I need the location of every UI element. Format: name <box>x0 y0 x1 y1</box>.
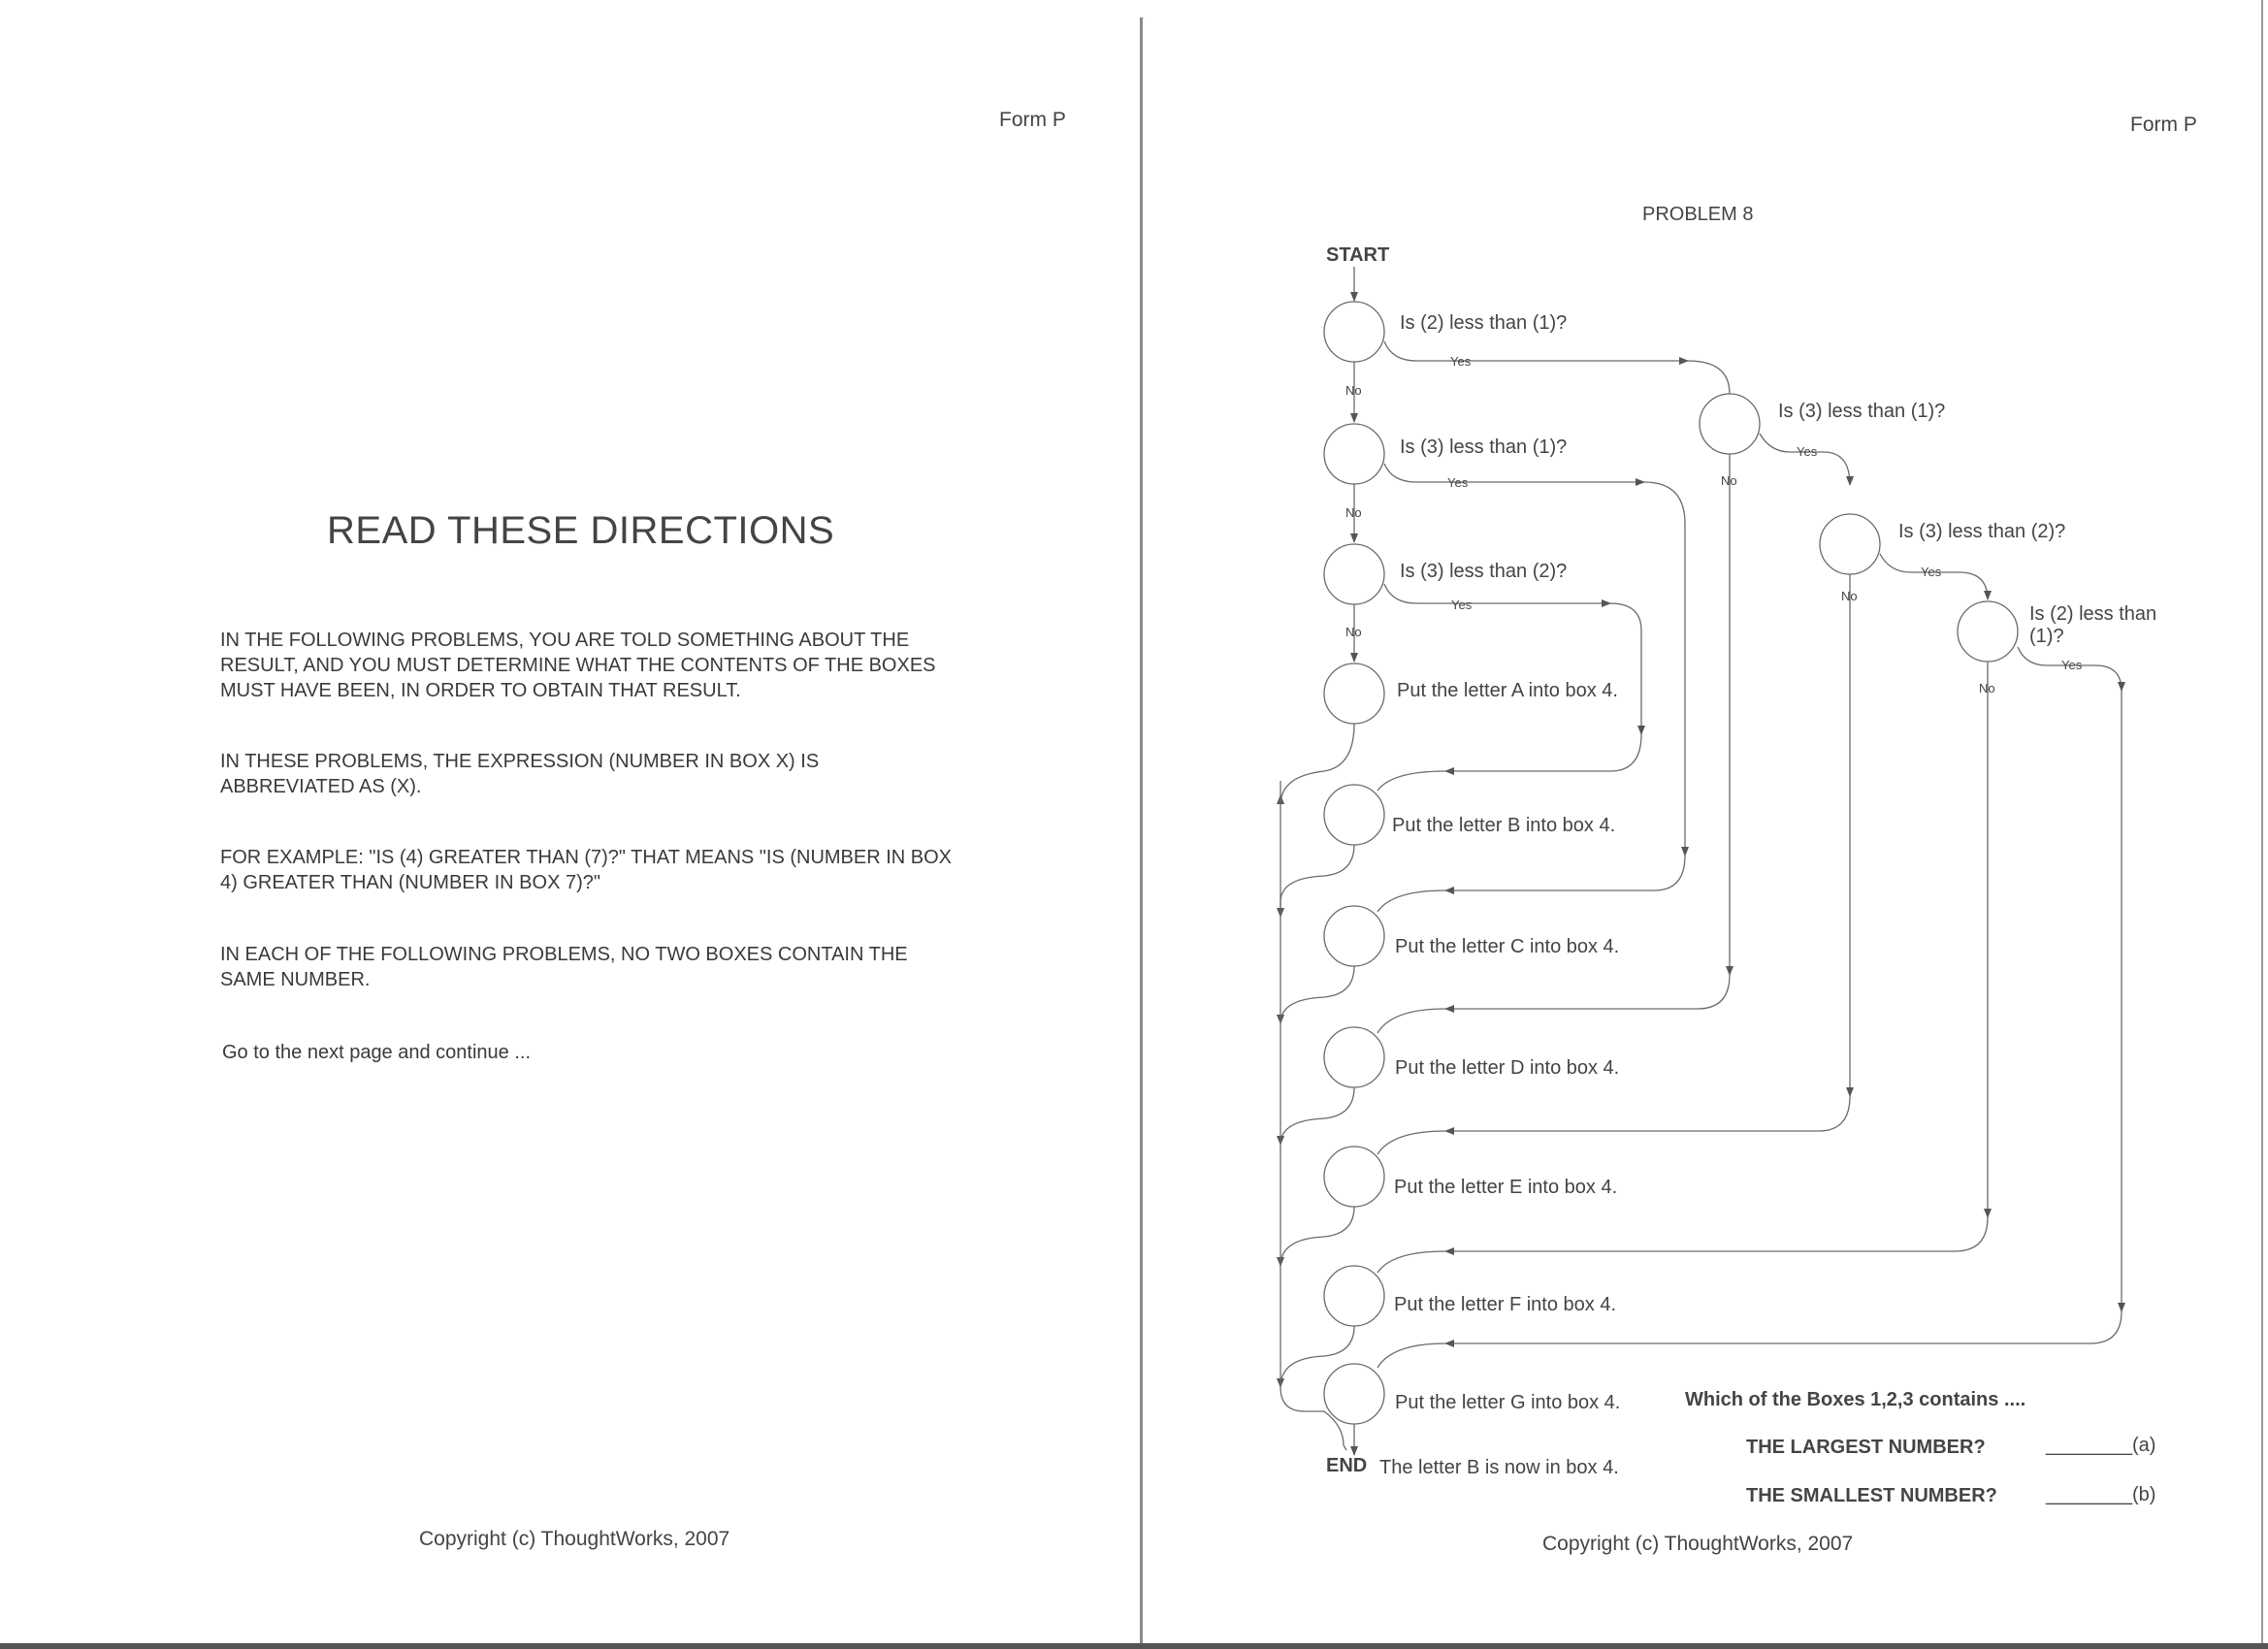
action-circle-g <box>1323 1363 1385 1425</box>
decision-text-6: Is (2) less than <box>2029 603 2157 625</box>
decision-text-4: Is (3) less than (1)? <box>1778 401 1946 422</box>
decision-text-3: Is (3) less than (2)? <box>1400 561 1568 582</box>
action-text-g: Put the letter G into box 4. <box>1395 1392 1621 1413</box>
action-circle-b <box>1323 784 1385 846</box>
yes-label-2: Yes <box>1447 475 1469 490</box>
end-label: END <box>1326 1455 1368 1476</box>
action-text-b: Put the letter B into box 4. <box>1392 815 1616 836</box>
question-largest: THE LARGEST NUMBER? <box>1746 1437 1986 1458</box>
copyright-right: Copyright (c) ThoughtWorks, 2007 <box>1542 1533 1854 1555</box>
decision-circle-5 <box>1819 513 1881 575</box>
page-title: READ THESE DIRECTIONS <box>327 509 835 552</box>
page-bottom-edge <box>0 1643 2268 1649</box>
yes-label-6: Yes <box>2061 658 2083 672</box>
book-spine <box>1140 17 1143 1647</box>
no-label-4: No <box>1721 473 1737 488</box>
no-label-1: No <box>1345 383 1362 398</box>
right-page: Form P PROBLEM 8 Yes Yes Yes Yes Yes Yes… <box>1145 0 2268 1649</box>
copyright: Copyright (c) ThoughtWorks, 2007 <box>419 1528 730 1550</box>
no-label-5: No <box>1841 589 1858 603</box>
directions-paragraph-4: IN EACH OF THE FOLLOWING PROBLEMS, NO TW… <box>220 944 908 990</box>
decision-text-6b: (1)? <box>2029 626 2064 647</box>
action-text-a: Put the letter A into box 4. <box>1397 680 1618 701</box>
yes-label-5: Yes <box>1921 565 1942 579</box>
action-circle-c <box>1323 905 1385 967</box>
action-text-d: Put the letter D into box 4. <box>1395 1057 1620 1079</box>
decision-circle-6 <box>1957 600 2019 663</box>
no-label-6: No <box>1979 681 1995 695</box>
yes-label-4: Yes <box>1797 444 1818 459</box>
form-label: Form P <box>999 109 1066 131</box>
question-smallest: THE SMALLEST NUMBER? <box>1746 1485 1997 1506</box>
decision-circle-3 <box>1323 543 1385 605</box>
decision-text-1: Is (2) less than (1)? <box>1400 312 1568 334</box>
directions-paragraph-1: IN THE FOLLOWING PROBLEMS, YOU ARE TOLD … <box>220 630 936 701</box>
action-circle-f <box>1323 1265 1385 1327</box>
action-circle-d <box>1323 1026 1385 1088</box>
decision-text-5: Is (3) less than (2)? <box>1898 521 2066 542</box>
yes-label-1: Yes <box>1450 354 1472 369</box>
answer-blank-b[interactable]: ________(b) <box>2046 1484 2155 1506</box>
question-prompt: Which of the Boxes 1,2,3 contains .... <box>1685 1389 2026 1410</box>
no-label-3: No <box>1345 625 1362 639</box>
continue-note: Go to the next page and continue ... <box>222 1042 532 1063</box>
action-circle-e <box>1323 1146 1385 1208</box>
directions-paragraph-3: FOR EXAMPLE: "IS (4) GREATER THAN (7)?" … <box>220 847 953 893</box>
yes-label-3: Yes <box>1451 598 1473 612</box>
action-text-e: Put the letter E into box 4. <box>1394 1177 1618 1198</box>
start-label: START <box>1326 244 1390 266</box>
action-circle-a <box>1323 663 1385 725</box>
decision-circle-1 <box>1323 301 1385 363</box>
decision-circle-2 <box>1323 423 1385 485</box>
answer-blank-a[interactable]: ________(a) <box>2046 1435 2155 1457</box>
decision-circle-4 <box>1699 393 1761 455</box>
directions-paragraph-2: IN THESE PROBLEMS, THE EXPRESSION (NUMBE… <box>220 751 820 797</box>
end-note: The letter B is now in box 4. <box>1379 1457 1619 1478</box>
page-right-edge <box>2261 0 2263 1649</box>
no-label-2: No <box>1345 505 1362 520</box>
action-text-f: Put the letter F into box 4. <box>1394 1294 1617 1315</box>
action-text-c: Put the letter C into box 4. <box>1395 936 1620 957</box>
decision-text-2: Is (3) less than (1)? <box>1400 436 1568 458</box>
left-page: Form P READ THESE DIRECTIONS IN THE FOLL… <box>0 0 1141 1649</box>
